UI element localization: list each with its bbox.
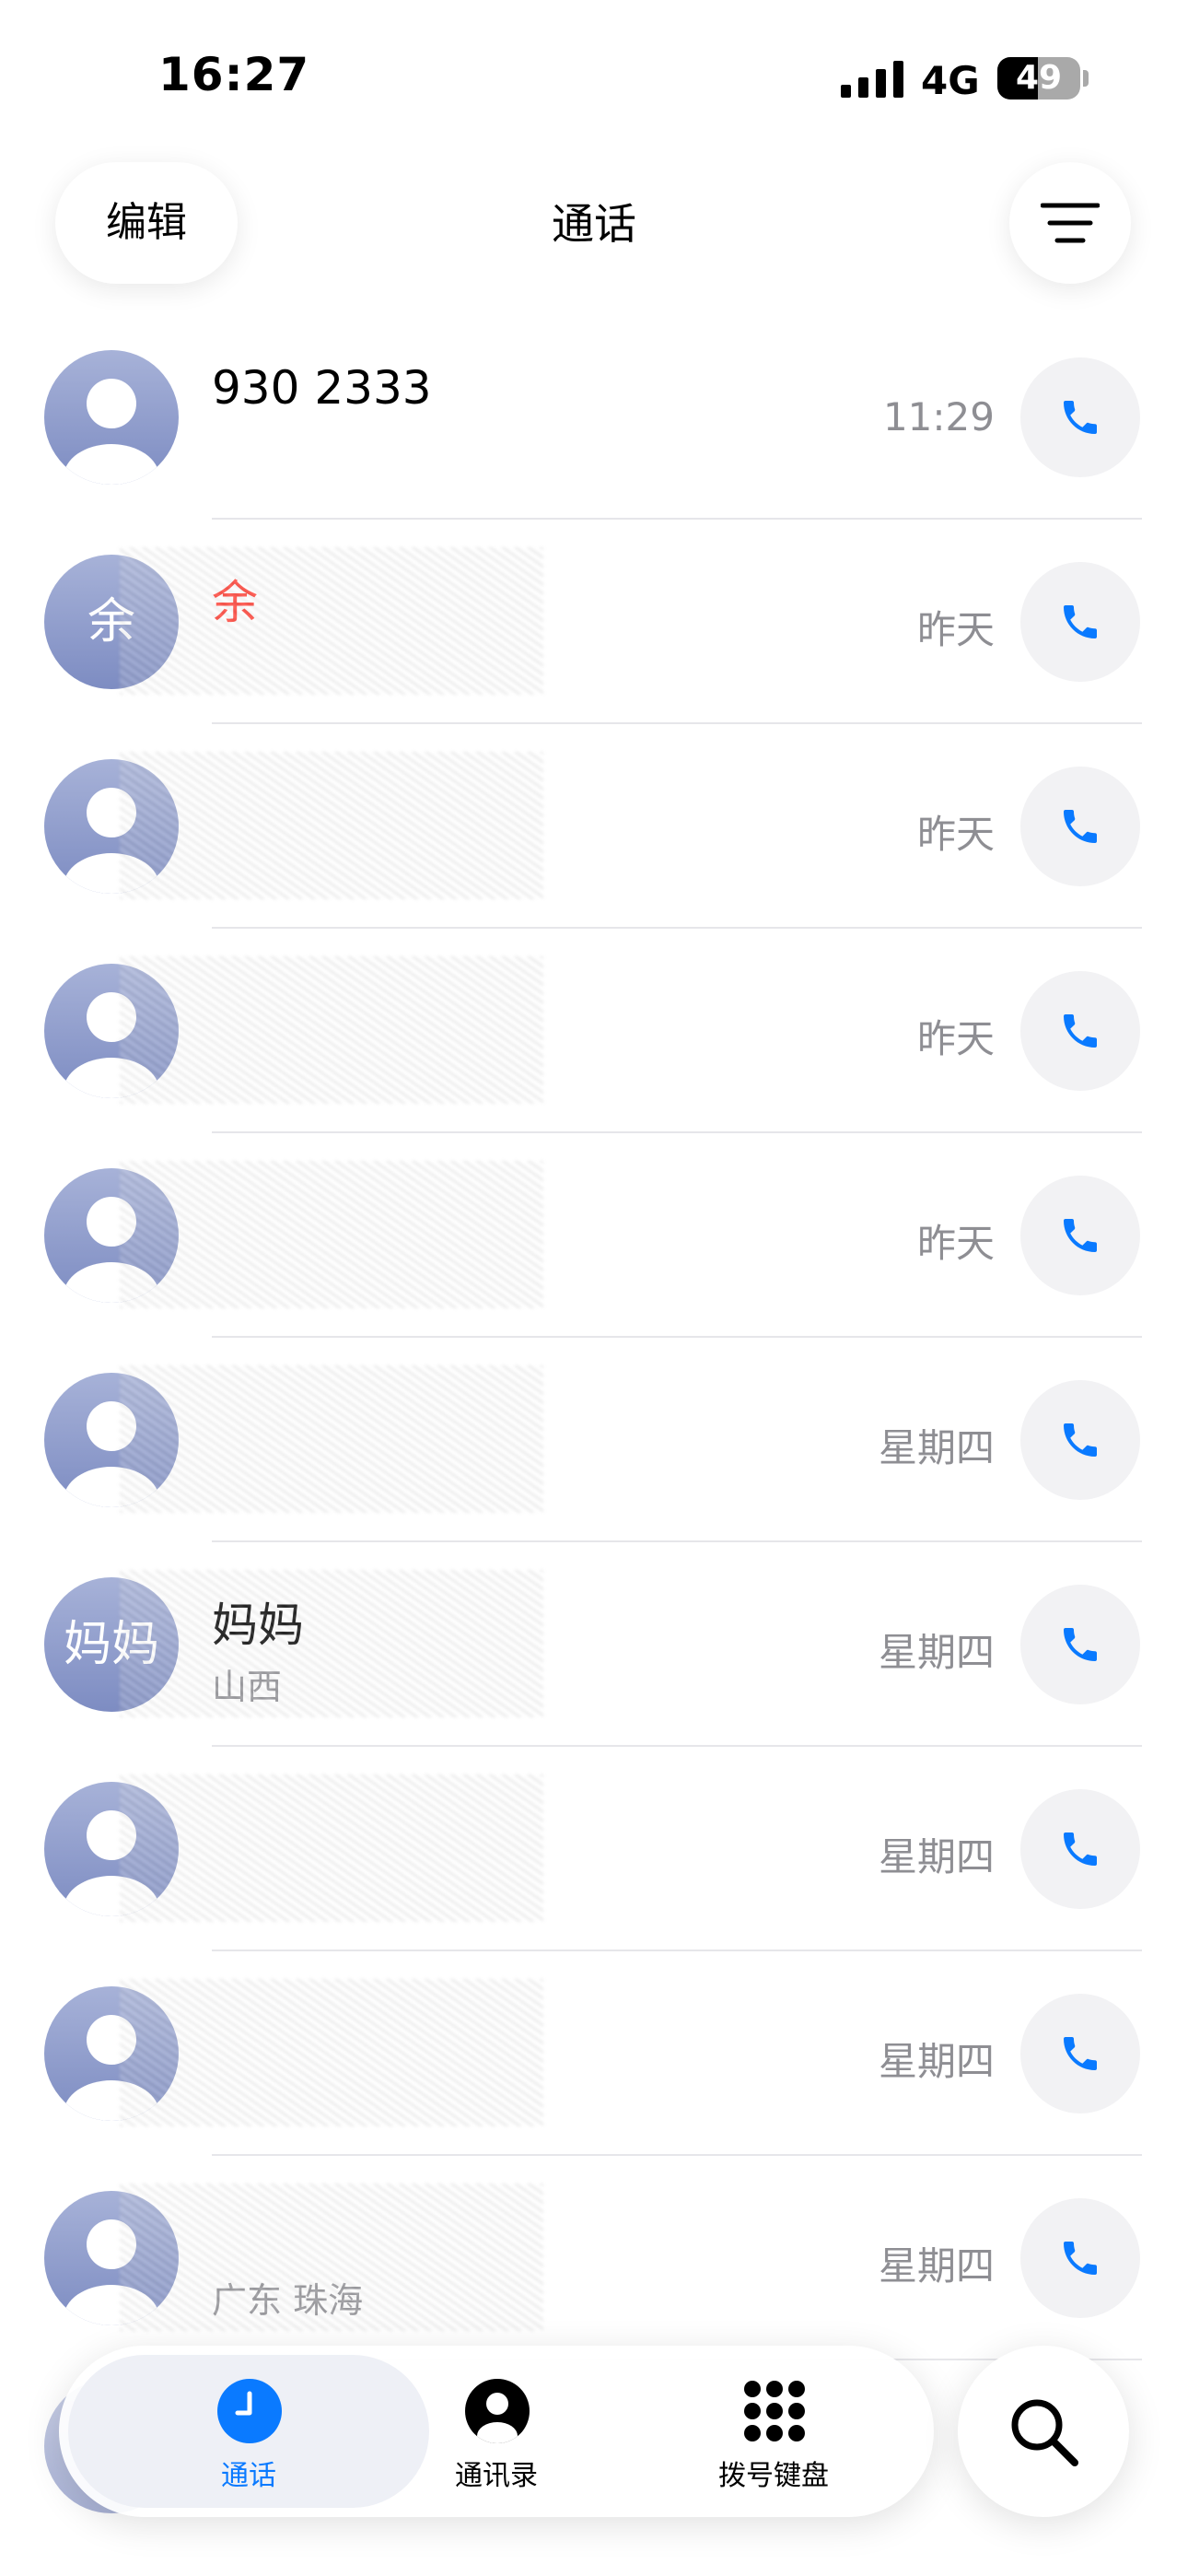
phone-icon [1064,1628,1097,1661]
redaction-overlay [120,956,543,1104]
person-silhouette-icon [64,379,159,485]
redaction-overlay [120,1774,543,1922]
call-back-button[interactable] [1020,1994,1140,2113]
phone-icon [1064,401,1097,434]
call-time: 昨天 [916,607,995,652]
call-row[interactable]: 昨天 [0,929,1188,1133]
caller-name: 妈妈 [212,1598,304,1652]
call-back-button[interactable] [1020,2198,1140,2318]
call-row[interactable]: 广东 珠海 星期四 [0,2156,1188,2360]
phone-icon [1064,810,1097,843]
avatar: 妈妈 [44,1577,179,1712]
tab-bar: 通话 通讯录 拨号键盘 [59,2346,934,2517]
avatar-initial: 妈妈 [63,1617,159,1672]
redaction-overlay [120,752,543,899]
call-back-button[interactable] [1020,562,1140,682]
caller-name: 930 2333 [212,361,432,415]
avatar: 余 [44,555,179,689]
person-silhouette-icon [64,1401,159,1507]
avatar [44,964,179,1098]
phone-icon [1064,1832,1097,1866]
call-row[interactable]: 星期四 [0,1747,1188,1951]
person-silhouette-icon [64,788,159,894]
phone-icon [1064,2037,1097,2070]
call-back-button[interactable] [1020,357,1140,477]
caller-name: 余 [212,576,258,629]
call-row[interactable]: 930 2333 11:29 [0,315,1188,520]
call-back-button[interactable] [1020,767,1140,886]
filter-lines-icon [1041,203,1100,243]
avatar [44,1986,179,2121]
tab-keypad[interactable]: 拨号键盘 [635,2346,912,2517]
cellular-signal-icon [841,61,903,98]
tab-label: 通讯录 [455,2460,538,2492]
network-type: 4G [921,58,980,103]
avatar [44,2191,179,2325]
avatar-initial: 余 [87,594,135,650]
person-silhouette-icon [64,1810,159,1916]
caller-location: 山西 [212,1667,283,1707]
status-time: 16:27 [158,48,310,101]
call-row[interactable]: 昨天 [0,1133,1188,1338]
call-time: 星期四 [878,1834,995,1879]
filter-button[interactable] [1009,162,1131,284]
battery-percent: 49 [1015,59,1063,97]
call-back-button[interactable] [1020,1789,1140,1909]
phone-icon [1064,2242,1097,2275]
call-back-button[interactable] [1020,971,1140,1091]
call-time: 星期四 [878,2039,995,2084]
person-silhouette-icon [64,1197,159,1303]
call-row[interactable]: 星期四 [0,1338,1188,1542]
call-row[interactable]: 妈妈 妈妈山西 星期四 [0,1542,1188,1747]
avatar [44,1782,179,1916]
phone-icon [1064,605,1097,638]
redaction-overlay [120,1365,543,1513]
call-time: 昨天 [916,1221,995,1266]
call-time: 星期四 [878,1630,995,1675]
clock-icon [217,2379,282,2443]
search-button[interactable] [958,2346,1129,2517]
avatar [44,759,179,894]
caller-location: 广东 珠海 [212,2280,364,2321]
person-circle-icon [465,2379,530,2443]
redaction-overlay [120,1161,543,1308]
tab-label: 通话 [221,2460,276,2492]
avatar [44,350,179,485]
person-silhouette-icon [64,2219,159,2325]
redaction-overlay [120,1979,543,2126]
phone-icon [1064,1014,1097,1048]
keypad-icon [744,2381,805,2441]
search-icon [1011,2399,1078,2466]
redaction-overlay [120,1570,543,1717]
battery-cap [1083,70,1089,87]
call-back-button[interactable] [1020,1176,1140,1295]
phone-icon [1064,1423,1097,1457]
person-silhouette-icon [64,2015,159,2121]
recent-calls-list: 930 2333 11:29 余余昨天 昨天 昨天 昨天 星期四 妈妈 妈妈 山西 星期四 星期四 星期… [0,315,1188,2360]
avatar [44,1373,179,1507]
call-row[interactable]: 余余昨天 [0,520,1188,724]
call-time: 昨天 [916,812,995,857]
call-time: 11:29 [882,394,995,439]
person-silhouette-icon [64,992,159,1098]
call-time: 昨天 [916,1016,995,1061]
status-bar: 16:27 4G 49 [0,0,1188,147]
redaction-overlay [120,547,543,695]
battery-icon: 49 [997,57,1080,100]
call-row[interactable]: 昨天 [0,724,1188,929]
tab-contacts[interactable]: 通讯录 [358,2346,635,2517]
phone-icon [1064,1219,1097,1252]
call-back-button[interactable] [1020,1585,1140,1704]
tab-label: 拨号键盘 [718,2460,829,2492]
call-back-button[interactable] [1020,1380,1140,1500]
call-row[interactable]: 星期四 [0,1951,1188,2156]
call-time: 星期四 [878,1425,995,1470]
avatar [44,1168,179,1303]
tab-calls[interactable]: 通话 [111,2346,387,2517]
call-time: 星期四 [878,2243,995,2289]
